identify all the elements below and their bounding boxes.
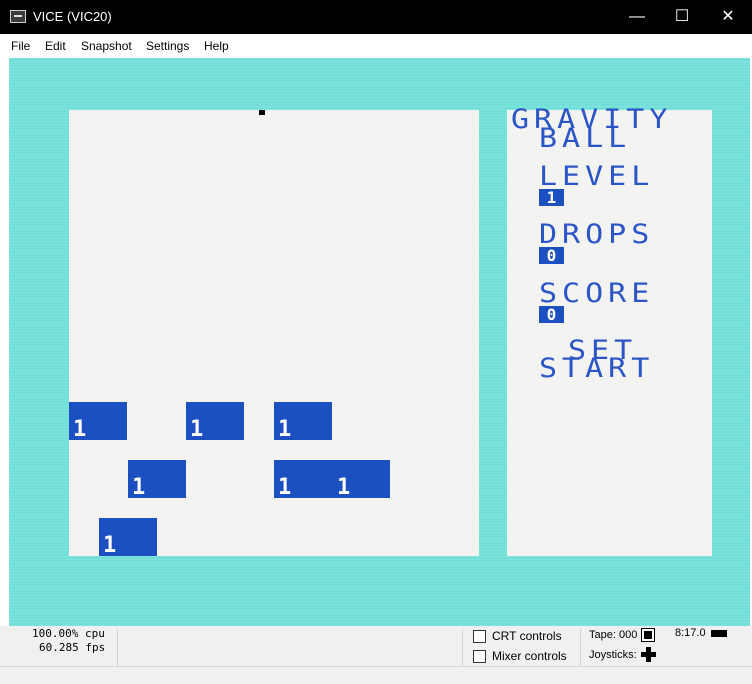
drops-label: DROPS [539,218,655,251]
block: 1 [186,402,244,442]
block-value: 1 [73,417,87,442]
cpu-usage: 100.00% cpu [32,627,105,640]
menu-snapshot[interactable]: Snapshot [81,39,132,53]
drops-value: 0 [539,247,564,264]
tape-stop-icon[interactable] [641,628,655,642]
level-value: 1 [539,189,564,206]
maximize-button[interactable]: ☐ [659,0,705,34]
crt-controls-label[interactable]: CRT controls [492,629,562,643]
close-button[interactable]: ✕ [705,0,751,34]
menu-file[interactable]: File [11,39,30,53]
level-label: LEVEL [539,160,655,193]
block: 1 [99,518,157,558]
title-bar: VICE (VIC20) — ☐ ✕ [0,0,752,34]
window-title: VICE (VIC20) [33,9,112,24]
joysticks-label: Joysticks: [589,649,637,661]
score-value: 0 [539,306,564,323]
block-value: 1 [337,475,351,500]
block: 1 [274,402,332,442]
tape-counter: Tape: 000 [589,629,638,641]
menu-help[interactable]: Help [204,39,229,53]
start-label: START [539,352,655,385]
status-separator [117,629,118,667]
block: 1 [128,460,186,500]
drive-led-icon [711,630,727,637]
block-value: 1 [278,417,292,442]
status-separator [462,629,463,667]
window-bottom-border [0,666,752,667]
drive-status: 8:17.0 [675,627,706,639]
mixer-controls-label[interactable]: Mixer controls [492,649,567,663]
block: 1 [69,402,127,442]
mixer-controls-checkbox[interactable] [473,650,486,663]
block-value: 1 [190,417,204,442]
vice-app-icon [10,10,26,23]
joystick-icon[interactable] [641,647,656,662]
minimize-button[interactable]: — [614,0,660,34]
game-title-line2: BALL [539,122,632,155]
block-value: 1 [132,475,146,500]
score-label: SCORE [539,277,655,310]
emulator-screen[interactable]: 1 1 1 1 1 1 1 GRAVITY BALL LEVEL 1 DROPS… [9,58,750,626]
block-value: 1 [278,475,292,500]
status-bar: 100.00% cpu 60.285 fps CRT controls Mixe… [0,626,752,684]
menu-settings[interactable]: Settings [146,39,189,53]
menu-edit[interactable]: Edit [45,39,66,53]
gravity-ball [259,110,265,115]
crt-controls-checkbox[interactable] [473,630,486,643]
block: 1 1 [274,460,390,500]
fps-readout: 60.285 fps [39,641,106,654]
status-separator [580,629,581,667]
block-value: 1 [103,533,117,558]
menu-bar: File Edit Snapshot Settings Help [0,34,752,58]
